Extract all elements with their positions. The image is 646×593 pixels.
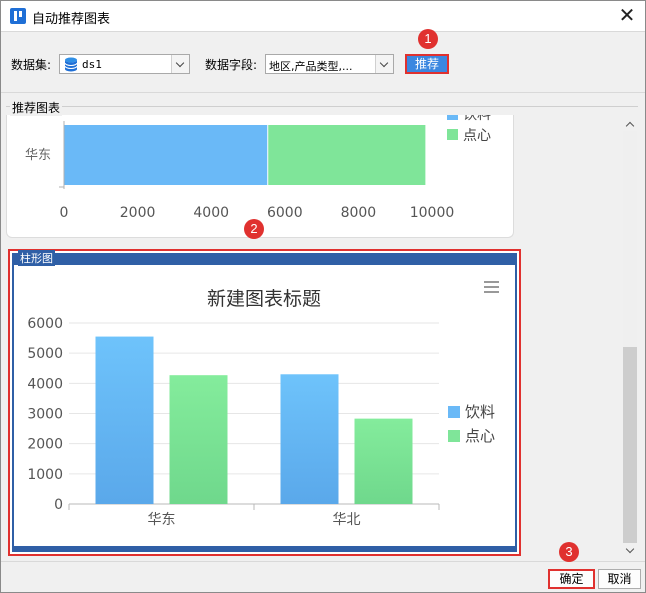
app-logo-icon xyxy=(10,8,26,24)
y-tick-label: 2000 xyxy=(27,437,63,453)
close-icon[interactable]: ✕ xyxy=(615,4,639,28)
bar-2-1 xyxy=(169,375,228,504)
fields-select[interactable]: 地区,产品类型,... xyxy=(265,54,394,74)
recommend-button[interactable]: 推荐 xyxy=(405,54,449,74)
bar-1-2 xyxy=(280,374,339,504)
title-bar: 自动推荐图表 ✕ xyxy=(1,1,645,31)
legend-swatch xyxy=(447,129,458,140)
legend-swatch xyxy=(448,406,460,418)
legend-label: 饮料 xyxy=(463,115,491,123)
x-tick-label: 6000 xyxy=(267,205,303,221)
card-header xyxy=(14,255,515,265)
x-tick-label: 4000 xyxy=(193,205,229,221)
step-marker-2: 2 xyxy=(244,219,264,239)
step-marker-1: 1 xyxy=(418,29,438,49)
dataset-select[interactable]: ds1 xyxy=(59,54,190,74)
bar-2-2 xyxy=(354,418,413,504)
recommend-area: 推荐图表 华东 0 2000 4000 6000 8000 10000 饮料 点心 柱形图 xyxy=(1,93,645,561)
chevron-down-icon[interactable] xyxy=(171,55,189,73)
card-label: 柱形图 xyxy=(18,250,55,266)
legend-label: 点心 xyxy=(465,427,495,445)
bar-segment-1 xyxy=(64,125,268,185)
column-chart: 新建图表标题 0 1000 2000 3000 4000 5000 6000 华东 华北 饮料… xyxy=(27,281,499,528)
legend-label: 点心 xyxy=(463,128,491,144)
group-divider xyxy=(6,106,638,107)
dialog-footer: 3 确定 取消 xyxy=(1,542,645,592)
x-tick-label: 华北 xyxy=(333,512,361,528)
legend-swatch xyxy=(448,430,460,442)
stacked-bar-chart: 华东 0 2000 4000 6000 8000 10000 饮料点心 xyxy=(25,115,491,221)
chart-card-column-highlight[interactable]: 柱形图 新建图表标题 0 1000 2000 3000 4000 5000 60… xyxy=(8,249,521,556)
scroll-up-icon[interactable] xyxy=(625,119,635,129)
bar-segment-2 xyxy=(268,125,426,185)
y-tick-label: 0 xyxy=(54,497,63,513)
fields-value: 地区,产品类型,... xyxy=(269,60,353,73)
dataset-label: 数据集: xyxy=(11,58,52,72)
y-tick-label: 4000 xyxy=(27,376,63,392)
legend-label: 饮料 xyxy=(465,403,495,421)
chart-title: 新建图表标题 xyxy=(207,288,321,310)
vertical-scrollbar[interactable] xyxy=(622,115,638,559)
step-marker-3: 3 xyxy=(559,542,579,562)
ok-button[interactable]: 确定 xyxy=(548,569,595,589)
x-tick-label: 2000 xyxy=(120,205,156,221)
x-tick-label: 8000 xyxy=(341,205,377,221)
fields-label: 数据字段: xyxy=(205,58,258,72)
recommend-chart-dialog: 自动推荐图表 ✕ 数据集: ds1 数据字段: 地区,产品类型,... 推荐 1… xyxy=(0,0,646,593)
cancel-button[interactable]: 取消 xyxy=(598,569,641,589)
legend-swatch xyxy=(447,115,458,120)
hamburger-menu-icon[interactable] xyxy=(484,281,499,293)
chart-list[interactable]: 华东 0200040006000800010000 饮料点心 柱形图 xyxy=(6,115,621,559)
y-tick-label: 1000 xyxy=(27,467,63,483)
chart-card-column[interactable]: 柱形图 新建图表标题 0 1000 2000 3000 4000 5000 60… xyxy=(12,250,517,552)
x-tick-label: 华东 xyxy=(148,512,176,528)
database-icon xyxy=(64,57,78,72)
x-tick-label: 10000 xyxy=(410,205,455,221)
chevron-down-icon[interactable] xyxy=(375,55,393,73)
y-tick-label: 3000 xyxy=(27,407,63,423)
card-footer xyxy=(14,546,515,550)
chart-card-stacked-bar[interactable]: 华东 0 2000 4000 6000 8000 10000 饮料点心 xyxy=(6,115,514,238)
group-title: 推荐图表 xyxy=(10,99,63,116)
scroll-down-icon[interactable] xyxy=(625,545,635,555)
dataset-value: ds1 xyxy=(82,58,102,71)
toolbar: 数据集: ds1 数据字段: 地区,产品类型,... 推荐 1 xyxy=(1,29,645,93)
scroll-thumb[interactable] xyxy=(623,347,637,543)
category-label: 华东 xyxy=(25,148,51,163)
bar-1-1 xyxy=(95,336,154,504)
y-tick-label: 5000 xyxy=(27,346,63,362)
y-tick-label: 6000 xyxy=(27,316,63,332)
window-title: 自动推荐图表 xyxy=(32,12,111,27)
x-tick-label: 0 xyxy=(60,205,69,221)
